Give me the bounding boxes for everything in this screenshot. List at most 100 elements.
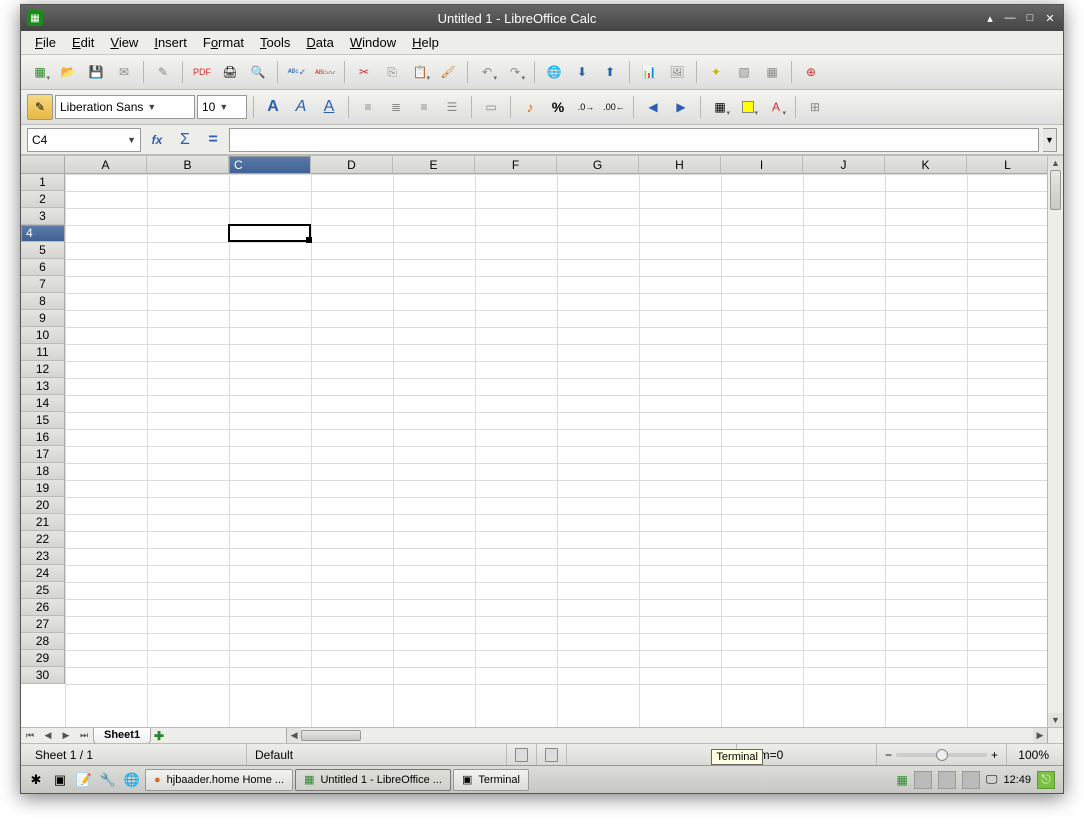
currency-button[interactable]: ♪ (517, 94, 543, 120)
row-header[interactable]: 3 (21, 208, 65, 225)
task-home[interactable]: ●hjbaader.home Home ... (145, 769, 293, 791)
column-header[interactable]: G (557, 156, 639, 174)
spreadsheet-area[interactable]: ABCDEFGHIJKL 123456789101112131415161718… (21, 155, 1063, 743)
row-header[interactable]: 25 (21, 582, 65, 599)
minimize-button[interactable]: — (1003, 11, 1017, 25)
vertical-scrollbar[interactable]: ▲ ▼ (1047, 156, 1063, 727)
auto-spellcheck-button[interactable]: ᴬᴮᶜ〰 (312, 59, 338, 85)
menu-view[interactable]: View (102, 33, 146, 52)
column-header[interactable]: L (967, 156, 1049, 174)
row-header[interactable]: 18 (21, 463, 65, 480)
email-button[interactable]: ✉ (111, 59, 137, 85)
function-wizard-button[interactable]: fx (145, 128, 169, 152)
merge-cells-button[interactable]: ▭ (478, 94, 504, 120)
add-decimal-button[interactable]: .0→ (573, 94, 599, 120)
row-header[interactable]: 7 (21, 276, 65, 293)
row-header[interactable]: 27 (21, 616, 65, 633)
scroll-right-arrow[interactable]: ▶ (1033, 728, 1047, 743)
status-insert-mode[interactable] (507, 744, 537, 765)
row-header[interactable]: 4 (21, 225, 65, 242)
fill-handle[interactable] (306, 237, 312, 243)
headers-button[interactable]: ▦ (759, 59, 785, 85)
copy-button[interactable]: ⎘ (379, 59, 405, 85)
hyperlink-button[interactable]: 🌐 (541, 59, 567, 85)
row-header[interactable]: 11 (21, 344, 65, 361)
sum-button[interactable]: Σ (173, 128, 197, 152)
status-selection-mode[interactable] (537, 744, 567, 765)
row-header[interactable]: 19 (21, 480, 65, 497)
cut-button[interactable]: ✂ (351, 59, 377, 85)
print-preview-button[interactable]: 🔍 (245, 59, 271, 85)
menu-tools[interactable]: Tools (252, 33, 298, 52)
sort-asc-button[interactable]: ⬇ (569, 59, 595, 85)
decrease-indent-button[interactable]: ◀ (640, 94, 666, 120)
row-header[interactable]: 26 (21, 599, 65, 616)
row-header[interactable]: 17 (21, 446, 65, 463)
tab-prev-button[interactable]: ◀ (39, 728, 57, 744)
styles-button[interactable]: ✎ (27, 94, 53, 120)
column-header[interactable]: F (475, 156, 557, 174)
borders-button[interactable]: ▦ (707, 94, 733, 120)
hscroll-thumb[interactable] (301, 730, 361, 741)
tab-first-button[interactable]: ⏮ (21, 728, 39, 744)
row-header[interactable]: 8 (21, 293, 65, 310)
new-document-button[interactable]: ▦ (27, 59, 53, 85)
remove-decimal-button[interactable]: .00← (601, 94, 627, 120)
ql-web-icon[interactable]: 🌐 (121, 769, 143, 791)
row-header[interactable]: 10 (21, 327, 65, 344)
gallery-button[interactable]: 🖼 (664, 59, 690, 85)
maximize-button[interactable]: □ (1023, 11, 1037, 25)
align-justify-button[interactable]: ☰ (439, 94, 465, 120)
export-pdf-button[interactable]: PDF (189, 59, 215, 85)
menu-format[interactable]: Format (195, 33, 252, 52)
row-header[interactable]: 30 (21, 667, 65, 684)
align-left-button[interactable]: ≡ (355, 94, 381, 120)
column-header[interactable]: I (721, 156, 803, 174)
increase-indent-button[interactable]: ▶ (668, 94, 694, 120)
percent-button[interactable]: % (545, 94, 571, 120)
select-all-corner[interactable] (21, 156, 65, 174)
align-center-button[interactable]: ≣ (383, 94, 409, 120)
equals-button[interactable]: = (201, 128, 225, 152)
zoom-slider[interactable]: − + (877, 744, 1007, 765)
row-header[interactable]: 6 (21, 259, 65, 276)
tray-slot[interactable] (962, 771, 980, 789)
tray-slot[interactable] (938, 771, 956, 789)
row-header[interactable]: 22 (21, 531, 65, 548)
row-header[interactable]: 24 (21, 565, 65, 582)
status-zoom[interactable]: 100% (1007, 744, 1057, 765)
font-size-select[interactable]: 10▼ (197, 95, 247, 119)
scroll-down-arrow[interactable]: ▼ (1048, 713, 1063, 727)
italic-button[interactable]: A (288, 94, 314, 120)
edit-mode-button[interactable]: ✎ (150, 59, 176, 85)
tray-logout-button[interactable]: ⎋ (1037, 771, 1055, 789)
formula-expand-button[interactable]: ▼ (1043, 128, 1057, 152)
align-right-button[interactable]: ≡ (411, 94, 437, 120)
navigator-button[interactable]: ▧ (731, 59, 757, 85)
menu-insert[interactable]: Insert (146, 33, 195, 52)
underline-button[interactable]: A (316, 94, 342, 120)
row-header[interactable]: 13 (21, 378, 65, 395)
column-header[interactable]: C (229, 156, 311, 174)
vscroll-thumb[interactable] (1050, 170, 1061, 210)
row-header[interactable]: 23 (21, 548, 65, 565)
row-header[interactable]: 28 (21, 633, 65, 650)
insert-chart-button[interactable]: 📊 (636, 59, 662, 85)
start-button[interactable]: ✱ (25, 769, 47, 791)
column-header[interactable]: J (803, 156, 885, 174)
selected-cell[interactable] (228, 224, 311, 242)
row-header[interactable]: 2 (21, 191, 65, 208)
row-header[interactable]: 1 (21, 174, 65, 191)
close-button[interactable]: ✕ (1043, 11, 1057, 25)
bold-button[interactable]: A (260, 94, 286, 120)
row-header[interactable]: 29 (21, 650, 65, 667)
row-header[interactable]: 9 (21, 310, 65, 327)
grid-button[interactable]: ⊞ (802, 94, 828, 120)
column-header[interactable]: B (147, 156, 229, 174)
background-color-button[interactable] (735, 94, 761, 120)
extension-button[interactable]: ✦ (703, 59, 729, 85)
row-header[interactable]: 12 (21, 361, 65, 378)
menu-help[interactable]: Help (404, 33, 447, 52)
undo-button[interactable]: ↶ (474, 59, 500, 85)
tray-slot[interactable] (914, 771, 932, 789)
